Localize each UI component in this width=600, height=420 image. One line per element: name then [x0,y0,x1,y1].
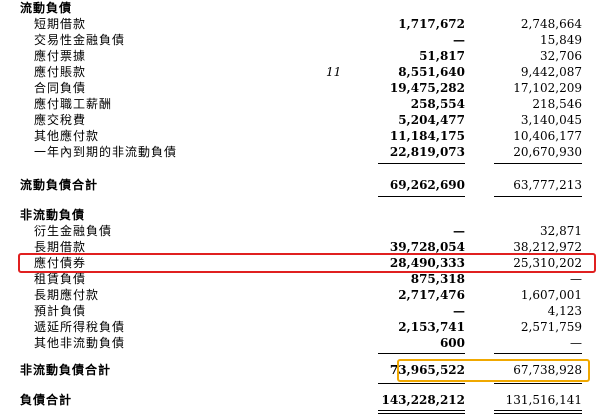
prior-year-value: 20,670,930 [513,145,582,159]
prior-year-value: 15,849 [540,33,582,47]
total-rule-current [378,383,465,384]
prior-year-value: 3,140,045 [520,113,582,127]
row-label: 其他非流動負債 [34,336,126,350]
current-year-value: 875,318 [410,272,465,286]
current-year-value: 2,153,741 [398,320,465,334]
table-row: 其他應付款 11,184,175 10,406,177 [0,128,600,144]
section-title: 流動負債 [20,1,73,15]
current-year-value: 1,717,672 [398,17,465,31]
total-label: 流動負債合計 [20,178,99,192]
prior-year-value: 2,748,664 [520,17,582,31]
balance-sheet-liabilities: 流動負債 短期借款 1,717,672 2,748,664 交易性金融負債 — … [0,0,600,420]
table-row: 合同負債 19,475,282 17,102,209 [0,80,600,96]
grand-total-rule-current [378,410,465,411]
total-rule-current [378,196,465,197]
current-year-value: 5,204,477 [398,113,465,127]
section-header-non-current: 非流動負債 [0,207,600,223]
current-year-value: 2,717,476 [398,288,465,302]
total-row-current-liabilities: 流動負債合計 69,262,690 63,777,213 [0,177,600,193]
table-row: 遞延所得稅負債 2,153,741 2,571,759 [0,319,600,335]
current-year-value: 19,475,282 [389,81,465,95]
row-label: 應付票據 [34,49,87,63]
row-label: 交易性金融負債 [34,33,126,47]
row-label: 其他應付款 [34,129,100,143]
table-row: 長期應付款 2,717,476 1,607,001 [0,287,600,303]
section-title: 非流動負債 [20,208,86,222]
row-label: 遞延所得稅負債 [34,320,126,334]
prior-year-value: 32,871 [540,224,582,238]
prior-year-value: 9,442,087 [520,65,582,79]
table-row: 應付票據 51,817 32,706 [0,48,600,64]
row-label: 長期應付款 [34,288,100,302]
subtotal-rule-prior [494,353,582,354]
table-row: 租賃負債 875,318 — [0,271,600,287]
prior-year-value: 1,607,001 [520,288,582,302]
current-year-value: 51,817 [419,49,465,63]
bonds-payable-highlight-box [18,253,596,273]
prior-year-value: 17,102,209 [513,81,582,95]
current-year-total: 69,262,690 [389,178,465,192]
section-header-current: 流動負債 [0,0,600,16]
row-label: 短期借款 [34,17,87,31]
note-ref: 11 [326,65,342,79]
prior-year-value: 4,123 [547,304,582,318]
row-label: 應付職工薪酬 [34,97,113,111]
total-label: 非流動負債合計 [20,363,112,377]
prior-year-value: 10,406,177 [513,129,582,143]
row-label: 衍生金融負債 [34,224,113,238]
row-label: 合同負債 [34,81,87,95]
grand-total-row: 負債合計 143,228,212 131,516,141 [0,392,600,408]
table-row: 短期借款 1,717,672 2,748,664 [0,16,600,32]
prior-year-value: 2,571,759 [520,320,582,334]
table-row: 預計負債 — 4,123 [0,303,600,319]
current-year-value: 258,554 [410,97,465,111]
total-rule-prior [494,383,582,384]
current-year-value: 22,819,073 [389,145,465,159]
table-row: 衍生金融負債 — 32,871 [0,223,600,239]
row-label: 應交稅費 [34,113,87,127]
table-row: 一年內到期的非流動負債 22,819,073 20,670,930 [0,144,600,160]
row-label: 一年內到期的非流動負債 [34,145,178,159]
row-label: 應付賬款 [34,65,87,79]
prior-year-value: — [570,272,582,286]
table-row: 其他非流動負債 600 — [0,335,600,351]
current-year-value: — [453,304,465,318]
subtotal-rule-current [378,353,465,354]
current-year-value: 600 [439,336,465,350]
row-label: 租賃負債 [34,272,87,286]
non-current-total-highlight-box [397,359,590,382]
grand-total-double-rule-prior [494,413,582,414]
grand-total-label: 負債合計 [20,393,73,407]
grand-total-double-rule-current [378,413,465,414]
total-rule-prior [494,196,582,197]
prior-year-value: 32,706 [540,49,582,63]
prior-year-value: 218,546 [532,97,582,111]
subtotal-rule-prior [494,163,582,164]
table-row: 交易性金融負債 — 15,849 [0,32,600,48]
table-row: 應付賬款 11 8,551,640 9,442,087 [0,64,600,80]
row-label: 預計負債 [34,304,87,318]
grand-total-rule-prior [494,410,582,411]
prior-year-grand-total: 131,516,141 [505,393,582,407]
current-year-value: — [453,33,465,47]
current-year-value: 8,551,640 [398,65,465,79]
current-year-grand-total: 143,228,212 [381,393,465,407]
subtotal-rule-current [378,163,465,164]
current-year-value: — [453,224,465,238]
table-row: 應付職工薪酬 258,554 218,546 [0,96,600,112]
prior-year-value: — [570,336,582,350]
current-year-value: 11,184,175 [389,129,465,143]
prior-year-total: 63,777,213 [513,178,582,192]
table-row: 應交稅費 5,204,477 3,140,045 [0,112,600,128]
